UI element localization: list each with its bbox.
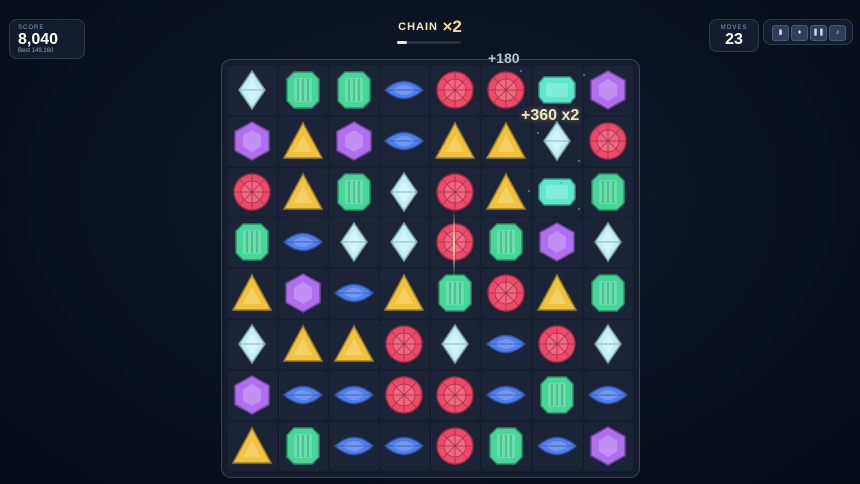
board-cell[interactable] — [228, 116, 277, 166]
board-cell[interactable] — [532, 320, 582, 369]
board-cell[interactable] — [329, 269, 379, 319]
score-panel: SCORE 8,040 Best 149,160 — [9, 19, 85, 59]
board-cell[interactable] — [278, 320, 328, 369]
board-cell[interactable] — [228, 421, 277, 471]
board-cell[interactable] — [329, 370, 379, 420]
board-cell[interactable] — [278, 421, 328, 471]
board-cell[interactable] — [228, 320, 277, 369]
board-cell[interactable] — [482, 370, 531, 420]
board-cell[interactable] — [380, 370, 430, 420]
gem-icon: ♦ — [797, 29, 802, 36]
chain-indicator: CHAIN ×2 — [388, 17, 472, 37]
board-cell[interactable] — [431, 421, 481, 471]
board-cell[interactable] — [431, 370, 481, 420]
board-cell[interactable] — [532, 218, 582, 268]
sparkle — [520, 70, 522, 72]
board-cell[interactable] — [228, 66, 277, 115]
board-cell[interactable] — [329, 116, 379, 166]
board-cell[interactable] — [278, 167, 328, 217]
chain-progress-bar — [397, 41, 461, 44]
combo-popup: +360 x2 — [521, 107, 580, 124]
board-cell[interactable] — [532, 421, 582, 471]
board-cell[interactable] — [482, 421, 531, 471]
board-cell[interactable] — [380, 66, 430, 115]
chain-label: CHAIN — [398, 21, 438, 33]
board-cell[interactable] — [482, 218, 531, 268]
match-beam — [453, 210, 455, 278]
sparkle — [528, 190, 530, 192]
board-cell[interactable] — [583, 269, 633, 319]
best-score: Best 149,160 — [18, 48, 53, 54]
board-cell[interactable] — [431, 320, 481, 369]
board-cell[interactable] — [482, 167, 531, 217]
score-value: 8,040 — [18, 31, 59, 48]
board-cell[interactable] — [278, 370, 328, 420]
score-popup: +180 — [488, 50, 520, 66]
board-cell[interactable] — [583, 421, 633, 471]
board-cell[interactable] — [228, 269, 277, 319]
stats-button[interactable]: ▮ — [772, 25, 789, 41]
board-cell[interactable] — [329, 320, 379, 369]
board-cell[interactable] — [482, 269, 531, 319]
board-cell[interactable] — [431, 66, 481, 115]
chain-multiplier: ×2 — [442, 17, 462, 36]
board-cell[interactable] — [228, 370, 277, 420]
board-cell[interactable] — [380, 218, 430, 268]
board-cell[interactable] — [583, 370, 633, 420]
sparkle — [537, 132, 539, 134]
board-cell[interactable] — [380, 167, 430, 217]
board-cell[interactable] — [583, 167, 633, 217]
board-cell[interactable] — [380, 116, 430, 166]
board-cell[interactable] — [431, 269, 481, 319]
board-cell[interactable] — [532, 370, 582, 420]
chain-progress-fill — [397, 41, 407, 44]
best-label: Best — [18, 48, 31, 54]
board-cell[interactable] — [431, 218, 481, 268]
sparkle — [583, 74, 585, 76]
board-cell[interactable] — [431, 167, 481, 217]
board-cell[interactable] — [532, 167, 582, 217]
board-cell[interactable] — [431, 116, 481, 166]
board-cell[interactable] — [583, 116, 633, 166]
board-cell[interactable] — [532, 269, 582, 319]
music-button[interactable]: ♪ — [829, 25, 846, 41]
gem-button[interactable]: ♦ — [791, 25, 808, 41]
board-cell[interactable] — [380, 421, 430, 471]
sparkle — [578, 208, 580, 210]
toolbar: ▮ ♦ ❚❚ ♪ — [763, 19, 853, 45]
board-cell[interactable] — [329, 218, 379, 268]
board-cell[interactable] — [329, 66, 379, 115]
board-cell[interactable] — [380, 320, 430, 369]
board-cell[interactable] — [278, 269, 328, 319]
sparkle — [560, 182, 562, 184]
best-value: 149,160 — [31, 48, 54, 54]
moves-panel: MOVES 23 — [709, 19, 759, 52]
music-icon: ♪ — [835, 29, 840, 36]
pause-button[interactable]: ❚❚ — [810, 25, 827, 41]
board-cell[interactable] — [329, 167, 379, 217]
board-cell[interactable] — [329, 421, 379, 471]
board-cell[interactable] — [228, 167, 277, 217]
board-cell[interactable] — [278, 66, 328, 115]
board-cell[interactable] — [380, 269, 430, 319]
board-cell[interactable] — [583, 320, 633, 369]
board-cell[interactable] — [278, 116, 328, 166]
sparkle — [578, 160, 580, 162]
board-cell[interactable] — [228, 218, 277, 268]
board-cell[interactable] — [583, 218, 633, 268]
bar-chart-icon: ▮ — [778, 29, 783, 36]
board-cell[interactable] — [278, 218, 328, 268]
moves-value: 23 — [725, 31, 743, 48]
board-cell[interactable] — [583, 66, 633, 115]
pause-icon: ❚❚ — [812, 29, 825, 36]
board-cell[interactable] — [482, 320, 531, 369]
